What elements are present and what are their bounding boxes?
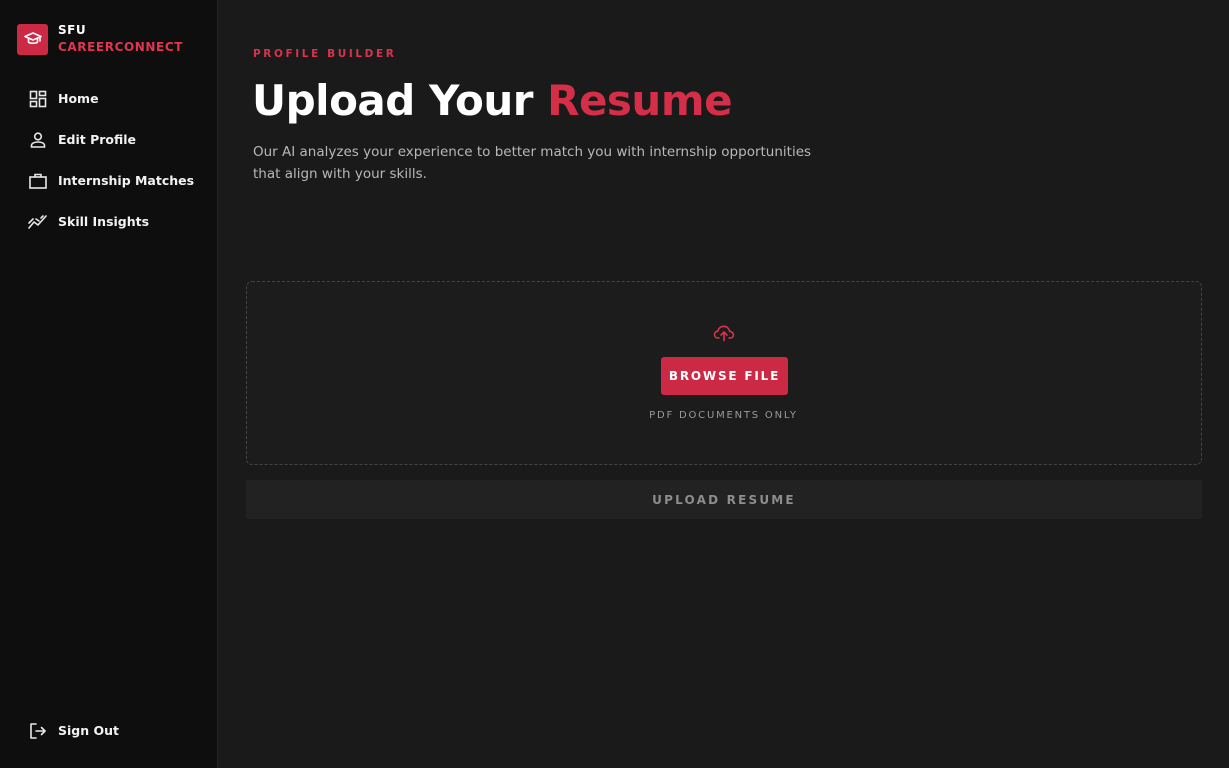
- sidebar-item-label: Home: [58, 91, 99, 106]
- brand-name: SFU: [58, 23, 87, 37]
- sidebar-item-home[interactable]: Home: [0, 78, 218, 119]
- brand-text: SFU CAREERCONNECT: [58, 22, 183, 56]
- browse-file-button[interactable]: BROWSE FILE: [661, 357, 788, 395]
- upload-resume-button[interactable]: UPLOAD RESUME: [246, 480, 1202, 519]
- page-title-accent: Resume: [547, 76, 733, 125]
- sidebar-item-label: Skill Insights: [58, 214, 150, 229]
- main-content: PROFILE BUILDER Upload Your Resume Our A…: [218, 0, 1229, 768]
- app-root: SFU CAREERCONNECT Home Edit Profile Inte…: [0, 0, 1229, 768]
- sign-out-button[interactable]: Sign Out: [0, 710, 218, 751]
- section-eyebrow: PROFILE BUILDER: [253, 48, 397, 60]
- sign-out-section: Sign Out: [0, 710, 218, 751]
- grid-icon: [28, 89, 48, 109]
- sidebar-item-internship-matches[interactable]: Internship Matches: [0, 160, 218, 201]
- sidebar: SFU CAREERCONNECT Home Edit Profile Inte…: [0, 0, 218, 768]
- sidebar-item-skill-insights[interactable]: Skill Insights: [0, 201, 218, 242]
- sidebar-item-label: Internship Matches: [58, 173, 195, 188]
- briefcase-icon: [28, 171, 48, 191]
- graduation-cap-icon: [17, 23, 48, 55]
- sign-out-label: Sign Out: [58, 723, 119, 738]
- sidebar-item-edit-profile[interactable]: Edit Profile: [0, 119, 218, 160]
- trend-chart-icon: [28, 212, 48, 232]
- brand-product: CAREERCONNECT: [58, 40, 184, 54]
- sidebar-item-label: Edit Profile: [58, 132, 137, 147]
- page-title: Upload Your Resume: [252, 76, 733, 125]
- page-subtitle: Our AI analyzes your experience to bette…: [253, 144, 812, 182]
- person-icon: [28, 130, 48, 150]
- brand[interactable]: SFU CAREERCONNECT: [17, 22, 183, 56]
- file-type-hint: PDF DOCUMENTS ONLY: [649, 410, 798, 421]
- sidebar-nav: Home Edit Profile Internship Matches Ski…: [0, 78, 218, 242]
- cloud-upload-icon: [713, 324, 735, 342]
- page-title-plain: Upload Your: [252, 76, 533, 125]
- logout-icon: [28, 721, 48, 741]
- file-dropzone[interactable]: BROWSE FILE PDF DOCUMENTS ONLY: [246, 281, 1202, 465]
